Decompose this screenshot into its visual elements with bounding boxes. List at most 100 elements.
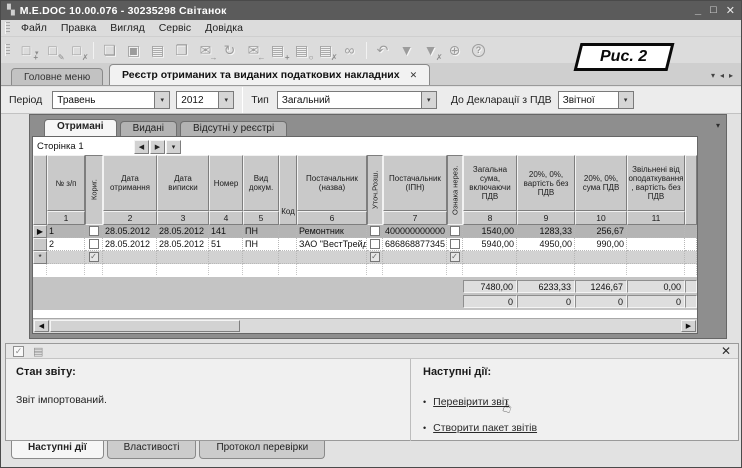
- tab-absent[interactable]: Відсутні у реєстрі: [180, 121, 287, 136]
- cell-base[interactable]: 1283,33: [517, 225, 575, 238]
- tab-properties[interactable]: Властивості: [107, 441, 197, 459]
- save-icon[interactable]: ▣: [122, 40, 146, 61]
- menu-service[interactable]: Сервіс: [152, 22, 198, 34]
- minimize-button[interactable]: _: [695, 4, 701, 17]
- tab-menu-icon[interactable]: ▾: [711, 71, 715, 80]
- dropdown-arrow-icon[interactable]: ▾: [618, 92, 633, 108]
- cell-code[interactable]: [279, 225, 297, 238]
- send-mail-icon[interactable]: ✉→: [194, 40, 218, 61]
- period-month-select[interactable]: Травень ▾: [52, 91, 170, 109]
- cell-date-issued[interactable]: 28.05.2012: [157, 238, 209, 251]
- cell-supplier-ipn[interactable]: [383, 251, 447, 264]
- cell-utoch-checkbox[interactable]: [367, 238, 383, 251]
- tab-register[interactable]: Реєстр отриманих та виданих податкових н…: [109, 64, 430, 85]
- cell-code[interactable]: [279, 251, 297, 264]
- clear-filter-icon[interactable]: ▼✗: [419, 40, 443, 61]
- horizontal-scrollbar[interactable]: ◀ ▶: [33, 318, 697, 333]
- panel-close-icon[interactable]: ✕: [721, 344, 731, 358]
- scroll-right-icon[interactable]: ▶: [681, 320, 696, 332]
- scrollbar-thumb[interactable]: [50, 320, 240, 332]
- tab-received[interactable]: Отримані: [44, 119, 117, 136]
- view-record-icon[interactable]: ▤○: [290, 40, 314, 61]
- tab-scroll-right-icon[interactable]: ▸: [729, 71, 733, 80]
- edit-report-icon[interactable]: □✎: [41, 40, 65, 61]
- cell-supplier-ipn[interactable]: 400000000000: [383, 225, 447, 238]
- validate-report-icon[interactable]: ✓: [13, 346, 24, 357]
- declaration-select[interactable]: Звітної ▾: [558, 91, 634, 109]
- cell-supplier-name[interactable]: [297, 251, 367, 264]
- cell-n[interactable]: [47, 251, 85, 264]
- cell-exempt[interactable]: [627, 225, 685, 238]
- cell-date-issued[interactable]: 28.05.2012: [157, 225, 209, 238]
- page-next-button[interactable]: ▶: [150, 140, 165, 154]
- cell-n[interactable]: 1: [47, 225, 85, 238]
- receive-mail-icon[interactable]: ✉←: [242, 40, 266, 61]
- cell-doc-type[interactable]: ПН: [243, 225, 279, 238]
- internet-icon[interactable]: ⊕: [443, 40, 467, 61]
- new-report-icon[interactable]: □+: [14, 40, 38, 61]
- scroll-left-icon[interactable]: ◀: [34, 320, 49, 332]
- row-selector[interactable]: ▶: [33, 225, 47, 238]
- cell-korig-checkbox[interactable]: [85, 225, 103, 238]
- cell-code[interactable]: [279, 238, 297, 251]
- page-prev-button[interactable]: ◀: [134, 140, 149, 154]
- add-record-icon[interactable]: ▤+: [266, 40, 290, 61]
- dropdown-arrow-icon[interactable]: ▾: [218, 92, 233, 108]
- cell-supplier-name[interactable]: Ремонтник: [297, 225, 367, 238]
- cell-base[interactable]: 4950,00: [517, 238, 575, 251]
- copies-icon[interactable]: ❐: [170, 40, 194, 61]
- cell-partial[interactable]: [685, 238, 697, 251]
- cell-nerez-checkbox[interactable]: [447, 225, 463, 238]
- cell-supplier-name[interactable]: ЗАО "ВестТрейд": [297, 238, 367, 251]
- cell-total[interactable]: 1540,00: [463, 225, 517, 238]
- cell-partial[interactable]: [685, 225, 697, 238]
- menu-help[interactable]: Довідка: [198, 22, 250, 34]
- menu-file[interactable]: Файл: [14, 22, 54, 34]
- delete-report-icon[interactable]: □✗: [65, 40, 89, 61]
- cell-total[interactable]: 5940,00: [463, 238, 517, 251]
- print-icon[interactable]: ▤: [146, 40, 170, 61]
- cell-korig-checkbox[interactable]: [85, 238, 103, 251]
- panel-menu-icon[interactable]: ▾: [716, 121, 720, 130]
- cell-utoch-checkbox[interactable]: ✓: [367, 251, 383, 264]
- cell-date-received[interactable]: 28.05.2012: [103, 225, 157, 238]
- cell-number[interactable]: 51: [209, 238, 243, 251]
- maximize-button[interactable]: □: [710, 4, 717, 17]
- cell-number[interactable]: [209, 251, 243, 264]
- tab-issued[interactable]: Видані: [120, 121, 177, 136]
- cell-nerez-checkbox[interactable]: ✓: [447, 251, 463, 264]
- cell-n[interactable]: 2: [47, 238, 85, 251]
- cell-supplier-ipn[interactable]: 686868877345: [383, 238, 447, 251]
- tab-protocol[interactable]: Протокол перевірки: [199, 441, 325, 459]
- cell-date-received[interactable]: [103, 251, 157, 264]
- create-package-link[interactable]: Створити пакет звітів: [433, 422, 537, 434]
- dropdown-arrow-icon[interactable]: ▾: [154, 92, 169, 108]
- cell-vat[interactable]: 256,67: [575, 225, 627, 238]
- cell-date-received[interactable]: 28.05.2012: [103, 238, 157, 251]
- cell-number[interactable]: 141: [209, 225, 243, 238]
- cell-vat[interactable]: [575, 251, 627, 264]
- menu-edit[interactable]: Правка: [54, 22, 103, 34]
- cell-korig-checkbox[interactable]: ✓: [85, 251, 103, 264]
- type-select[interactable]: Загальний ▾: [277, 91, 437, 109]
- cell-vat[interactable]: 990,00: [575, 238, 627, 251]
- cell-exempt[interactable]: [627, 238, 685, 251]
- cell-utoch-checkbox[interactable]: [367, 225, 383, 238]
- copy-report-icon[interactable]: ❏: [98, 40, 122, 61]
- filter-icon[interactable]: ▼: [395, 40, 419, 61]
- cell-exempt[interactable]: [627, 251, 685, 264]
- help-icon[interactable]: ?: [467, 40, 491, 61]
- cell-base[interactable]: [517, 251, 575, 264]
- close-button[interactable]: ✕: [726, 4, 735, 17]
- print-report-icon[interactable]: ▤: [33, 345, 43, 358]
- menu-view[interactable]: Вигляд: [103, 22, 151, 34]
- dropdown-arrow-icon[interactable]: ▾: [421, 92, 436, 108]
- cell-partial[interactable]: [685, 251, 697, 264]
- page-menu-button[interactable]: ▾: [166, 140, 181, 154]
- cell-doc-type[interactable]: ПН: [243, 238, 279, 251]
- cell-doc-type[interactable]: [243, 251, 279, 264]
- tab-close-icon[interactable]: ✕: [410, 70, 418, 81]
- cell-nerez-checkbox[interactable]: [447, 238, 463, 251]
- refresh-icon[interactable]: ↻: [218, 40, 242, 61]
- period-year-select[interactable]: 2012 ▾: [176, 91, 234, 109]
